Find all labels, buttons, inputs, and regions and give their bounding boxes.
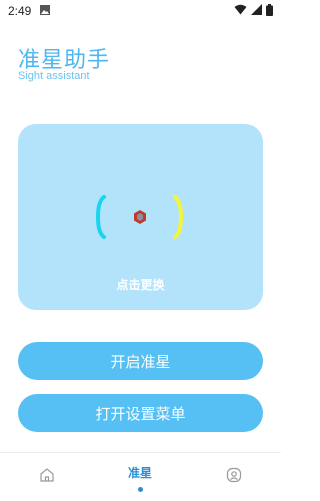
right-bracket-icon [173, 195, 184, 239]
active-indicator-dot [137, 487, 143, 492]
status-left: 2:49 [8, 4, 51, 19]
nav-home[interactable] [17, 453, 77, 501]
profile-icon [226, 467, 242, 487]
status-time: 2:49 [8, 4, 32, 18]
app-subtitle: Sight assistant [18, 70, 90, 82]
left-bracket-icon [95, 195, 106, 239]
nav-profile[interactable] [204, 453, 264, 501]
image-notification-icon [39, 4, 51, 19]
nav-sight-label: 准星 [127, 466, 152, 480]
nav-sight[interactable]: 准星 [110, 453, 170, 501]
start-sight-button[interactable]: 开启准星 [18, 342, 263, 380]
status-right [234, 3, 273, 19]
status-bar: 2:49 [0, 0, 281, 22]
bottom-nav: 准星 [0, 452, 281, 501]
battery-icon [266, 3, 273, 19]
open-settings-menu-button[interactable]: 打开设置菜单 [18, 394, 263, 432]
crosshair-preview-card[interactable]: 点击更换 [18, 124, 263, 310]
preview-hint: 点击更换 [116, 278, 165, 292]
home-icon [39, 467, 55, 487]
wifi-icon [234, 4, 247, 18]
signal-icon [251, 4, 262, 18]
